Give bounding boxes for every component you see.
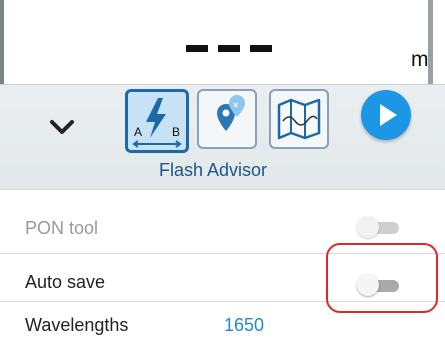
folded-map-icon: [277, 98, 321, 140]
readout-dash: [186, 44, 208, 52]
scrollbar[interactable]: [428, 0, 433, 84]
wavelengths-label: Wavelengths: [25, 315, 129, 335]
readout-dash: [250, 44, 272, 52]
flash-advisor-button[interactable]: A B: [125, 89, 189, 153]
svg-text:B: B: [172, 125, 180, 139]
readout-value: [186, 28, 282, 64]
svg-text:A: A: [134, 125, 142, 139]
toggle-thumb: [357, 216, 379, 238]
measurement-readout: m: [0, 0, 445, 84]
readout-unit: m: [411, 48, 429, 71]
play-button[interactable]: [361, 90, 411, 140]
readout-dash: [218, 44, 240, 52]
play-icon: [380, 104, 397, 126]
active-tool-label: Flash Advisor: [159, 160, 268, 180]
pon-tool-label: PON tool: [25, 218, 99, 238]
annotation-highlight: [326, 243, 438, 313]
chevron-down-icon[interactable]: [48, 117, 76, 137]
map-view-button[interactable]: [269, 89, 329, 149]
map-pin-icon: ×: [217, 95, 245, 131]
wavelengths-value: 1650: [224, 315, 265, 335]
auto-save-label: Auto save: [25, 272, 106, 292]
geo-locate-button[interactable]: ×: [197, 89, 257, 149]
lightning-ab-icon: A B: [132, 98, 182, 148]
left-border: [0, 0, 4, 84]
pon-tool-toggle[interactable]: [357, 216, 401, 238]
svg-text:×: ×: [233, 100, 238, 110]
